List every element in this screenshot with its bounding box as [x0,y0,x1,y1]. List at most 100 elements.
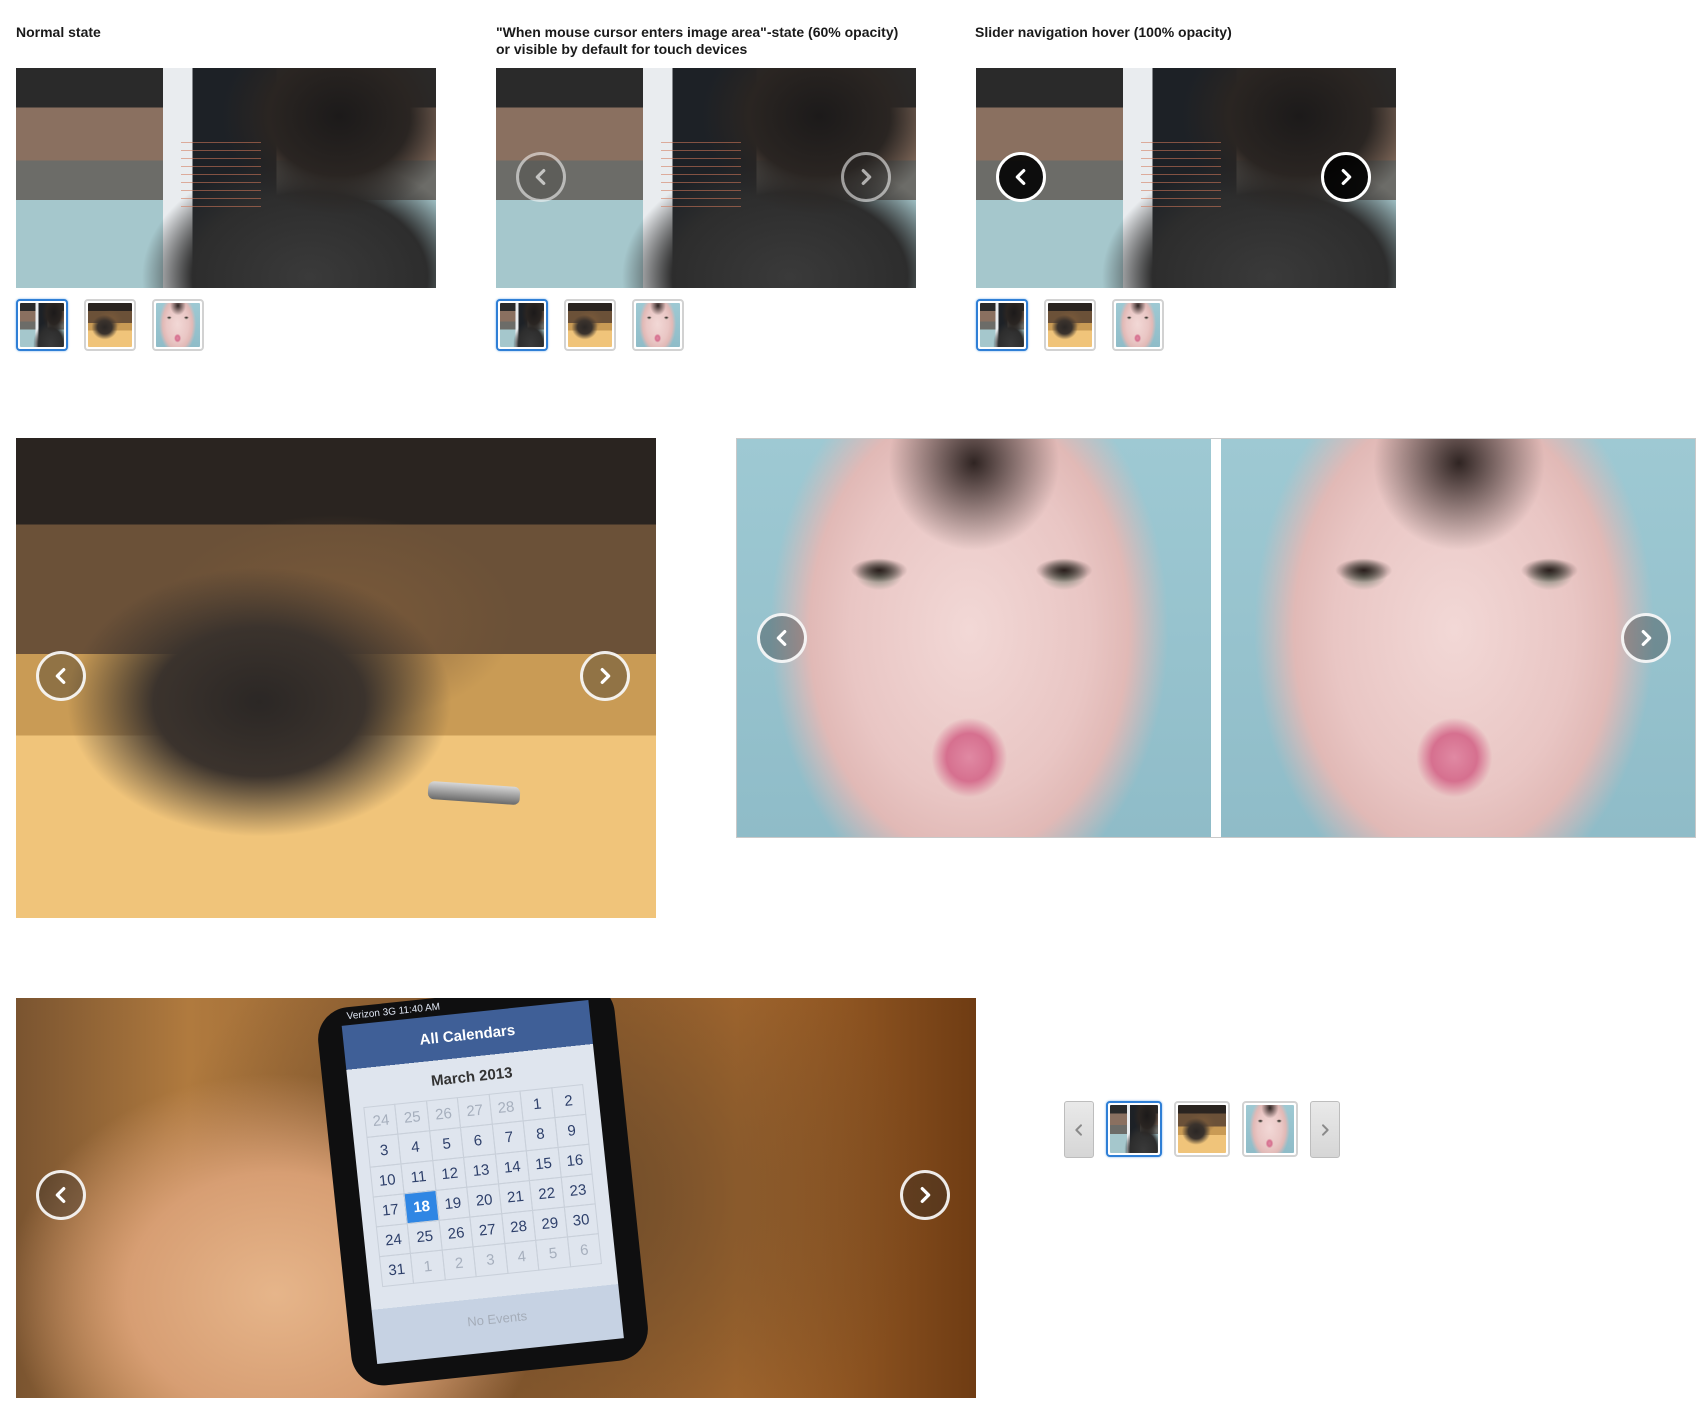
calendar-day: 8 [522,1117,559,1152]
desk-thumbnail-image [980,303,1024,347]
prev-button[interactable] [757,613,807,663]
code-screen [181,138,261,208]
desk-thumbnail-image [20,303,64,347]
calendar-day: 28 [488,1090,524,1125]
calendar-day: 27 [469,1213,506,1248]
thumbnail-face[interactable] [1112,299,1164,351]
next-button[interactable] [900,1170,950,1220]
calendar-day: 14 [494,1150,531,1185]
prev-button[interactable] [36,651,86,701]
headphones-thumbnail-image [1178,1105,1226,1153]
calendar-day: 23 [560,1173,596,1208]
calendar-day: 3 [472,1243,509,1278]
calendar-day: 1 [519,1087,556,1122]
chevron-right-icon [1641,629,1652,647]
calendar-grid: 24 25 26 27 28 1 2 3 4 5 6 7 8 9 10 11 12 13 14 15 16 17 18 19 2… [363,1083,603,1288]
slide-divider [1211,439,1221,837]
desk-thumbnail-image [1110,1105,1158,1153]
face-slide-1 [737,439,1211,837]
calendar-day: 13 [463,1153,499,1188]
chevron-left-icon [776,629,787,647]
calendar-day: 18 [403,1189,440,1225]
thumbnail-face[interactable] [152,299,204,351]
calendar-day: 3 [366,1133,402,1168]
calendar-day: 22 [528,1176,565,1212]
chevron-right-icon [600,667,611,685]
calendar-day: 9 [553,1113,590,1149]
calendar-day: 26 [438,1216,474,1251]
headphones-thumbnail-image [88,303,132,347]
calendar-day: 27 [457,1093,493,1129]
calendar-day: 1 [410,1249,446,1284]
headphones-thumbnail-image [568,303,612,347]
phone-on-desk [427,780,521,806]
thumbnail-headphones[interactable] [1174,1101,1230,1157]
calendar-day: 24 [363,1103,399,1138]
calendar-day: 5 [535,1236,571,1271]
slider-image-normal[interactable] [16,68,436,288]
chevron-left-icon [55,667,66,685]
prev-button[interactable] [516,152,566,202]
calendar-day: 2 [550,1083,587,1119]
next-button[interactable] [841,152,891,202]
phone-screen: Verizon 3G 11:40 AM All Calendars March … [341,999,624,1365]
calendar-day: 24 [375,1223,412,1258]
thumbnail-headphones[interactable] [84,299,136,351]
headphones-thumbnail-image [1048,303,1092,347]
chevron-right-icon [1322,1123,1329,1136]
calendar-day: 15 [525,1146,562,1182]
calendar-day: 12 [432,1156,468,1192]
thumbnail-desk[interactable] [496,299,548,351]
calendar-day: 30 [563,1203,599,1238]
next-button[interactable] [1621,613,1671,663]
calendar-day: 4 [397,1130,434,1165]
label-normal-state: Normal state [16,24,101,40]
calendar-day: 21 [497,1180,534,1215]
thumbnail-desk[interactable] [976,299,1028,351]
thumbnail-headphones[interactable] [564,299,616,351]
calendar-day: 11 [400,1160,437,1195]
thumbnail-face[interactable] [1242,1101,1298,1157]
thumbnail-desk[interactable] [1106,1101,1162,1157]
calendar-day: 28 [500,1209,537,1245]
calendar-day: 6 [460,1123,496,1158]
chevron-right-icon [861,168,872,186]
next-button[interactable] [1321,152,1371,202]
calendar-title: All Calendars [418,1021,516,1049]
thumbnail-face[interactable] [632,299,684,351]
slider-image-headphones[interactable] [16,438,656,918]
calendar-day: 20 [466,1183,502,1218]
calendar-day: 19 [435,1186,471,1221]
calendar-day: 2 [441,1246,477,1281]
chevron-left-icon [535,168,546,186]
prev-button[interactable] [996,152,1046,202]
code-screen [661,138,741,208]
prev-button[interactable] [36,1170,86,1220]
thumbnail-headphones[interactable] [1044,299,1096,351]
phone: Verizon 3G 11:40 AM All Calendars March … [314,998,652,1389]
face-thumbnail-image [636,303,680,347]
calendar-day: 25 [407,1219,443,1254]
calendar-day: 26 [425,1097,462,1132]
calendar-day: 29 [532,1206,568,1241]
face-thumbnail-image [156,303,200,347]
thumbnail-desk[interactable] [16,299,68,351]
chevron-right-icon [1341,168,1352,186]
calendar-day: 31 [378,1252,415,1288]
face-thumbnail-image [1246,1105,1294,1153]
label-hover-state-line1: "When mouse cursor enters image area"-st… [496,24,899,40]
slider-image-phone[interactable]: Verizon 3G 11:40 AM All Calendars March … [16,998,976,1398]
slider-image-nav-hover[interactable] [976,68,1396,288]
thumbnail-strip-next-button[interactable] [1310,1101,1340,1158]
calendar-day: 4 [503,1239,540,1274]
calendar-day: 25 [394,1100,431,1135]
calendar-day: 16 [557,1143,593,1178]
thumbnail-strip-prev-button[interactable] [1064,1101,1094,1158]
chevron-left-icon [1075,1123,1082,1136]
slider-image-hover[interactable] [496,68,916,288]
slider-carousel-face[interactable] [736,438,1696,838]
calendar-footer: No Events [466,1308,528,1330]
chevron-left-icon [1015,168,1026,186]
next-button[interactable] [580,651,630,701]
chevron-left-icon [55,1186,66,1204]
